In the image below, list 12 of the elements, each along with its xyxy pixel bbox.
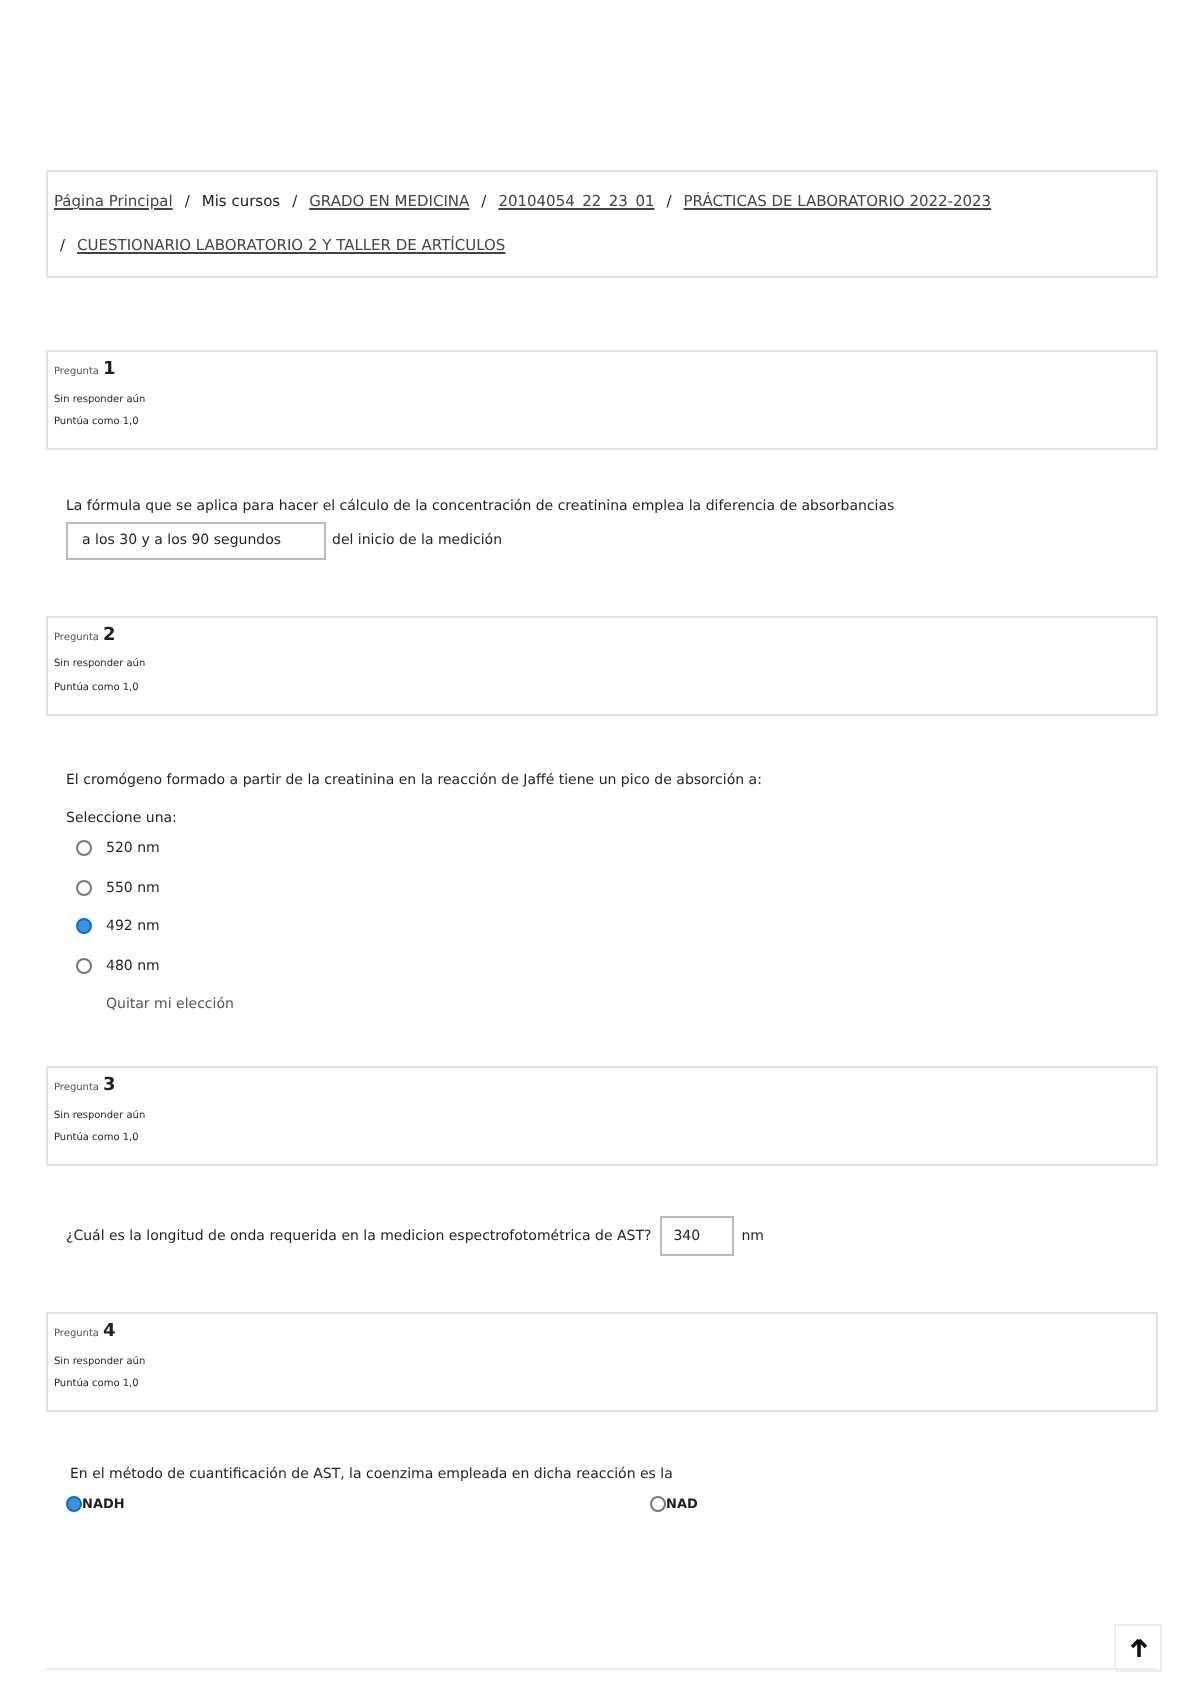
back-to-top-button[interactable] xyxy=(1114,1624,1162,1672)
question-number: 2 xyxy=(103,623,116,649)
question-number: 1 xyxy=(103,358,116,384)
radio-button[interactable] xyxy=(76,840,92,857)
radio-button[interactable] xyxy=(76,957,92,974)
radio-button[interactable] xyxy=(66,1496,82,1513)
radio-button[interactable] xyxy=(650,1496,666,1513)
radio-button[interactable] xyxy=(76,918,92,935)
question-number: 4 xyxy=(103,1320,116,1346)
question-number: 3 xyxy=(103,1074,116,1100)
arrow-up-icon xyxy=(1129,1638,1147,1658)
radio-button[interactable] xyxy=(76,879,92,896)
